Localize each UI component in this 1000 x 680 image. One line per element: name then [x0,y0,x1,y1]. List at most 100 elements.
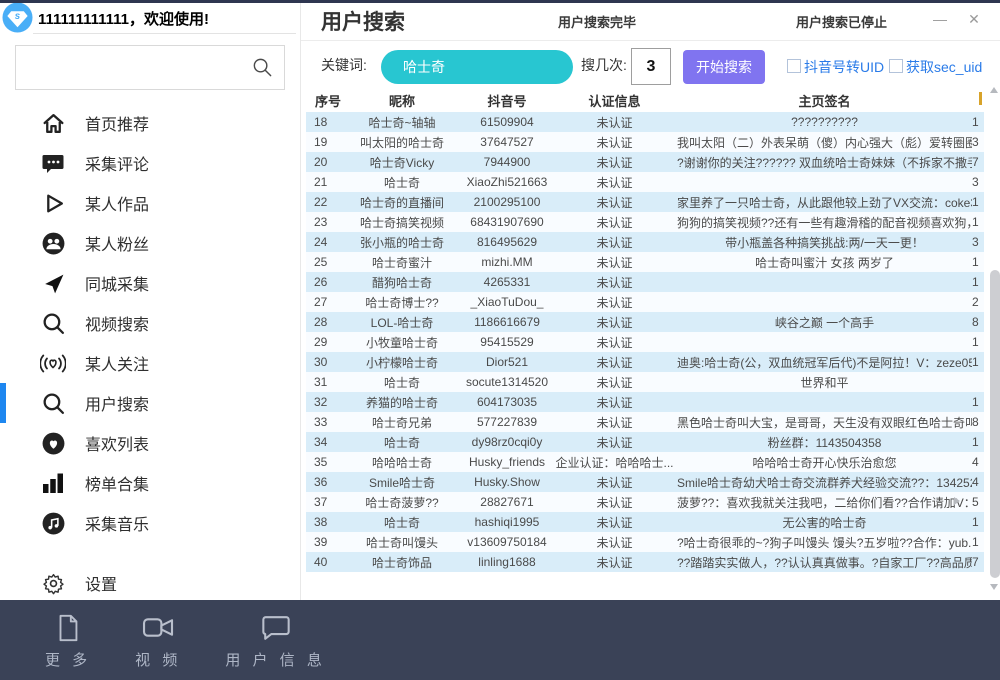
cell-clipped-value: 1 [972,115,984,129]
cell-id: XiaoZhi521663 [462,175,552,189]
main-header: 用户搜索 用户搜索完毕 用户搜索已停止 — ✕ [301,0,1000,41]
sidebar-item-music[interactable]: 采集音乐 [0,503,300,543]
cell-sig: ?谢谢你的关注?????? 双血统哈士奇妹妹（不拆家不撒手... [677,154,972,171]
sidebar-item-works[interactable]: 某人作品 [0,183,300,223]
table-row[interactable]: 39哈士奇叫馒头v13609750184未认证?哈士奇很乖的~?狗子叫馒头 馒头… [306,532,984,552]
minimize-button[interactable]: — [929,8,951,30]
table-row[interactable]: 19叫太阳的哈士奇37647527未认证我叫太阳（二）外表呆萌（傻）内心强大（彪… [306,132,984,152]
sidebar-item-user-search[interactable]: 用户搜索 [0,383,300,423]
sidebar-search-input[interactable] [15,45,285,90]
main-panel: 用户搜索 用户搜索完毕 用户搜索已停止 — ✕ 关键词: 哈士奇 搜几次: 3 … [300,0,1000,600]
table-row[interactable]: 40哈士奇饰品linling1688未认证??踏踏实实做人，??认认真真做事。?… [306,552,984,572]
sidebar-item-fans[interactable]: 某人粉丝 [0,223,300,263]
cell-id: Husky.Show [462,475,552,489]
cell-sig: 家里养了一只哈士奇，从此跟他较上劲了VX交流：coke3... [677,194,972,211]
cell-no: 27 [306,295,342,309]
cell-clipped-value: 2 [972,295,984,309]
cell-id: 1186616679 [462,315,552,329]
bottom-toolbar: 更 多视 频用 户 信 息 [0,600,1000,680]
table-row[interactable]: 28LOL-哈士奇1186616679未认证峡谷之巅 一个高手8 [306,312,984,332]
table-row[interactable]: 32养猫的哈士奇604173035未认证1 [306,392,984,412]
cell-sig: ??踏踏实实做人，??认认真真做事。?自家工厂??高品质，... [677,554,972,571]
sidebar-item-likes[interactable]: 喜欢列表 [0,423,300,463]
sidebar-item-label: 采集音乐 [85,511,149,535]
navigation-icon [40,270,66,296]
table-row[interactable]: 29小牧童哈士奇95415529未认证1 [306,332,984,352]
table-row[interactable]: 30小柠檬哈士奇Dior521未认证迪奥:哈士奇(公，双血统冠军后代)不是阿拉！… [306,352,984,372]
table-row[interactable]: 37哈士奇菠萝??28827671未认证菠萝??：喜欢我就关注我吧，二给你们看?… [306,492,984,512]
table-row[interactable]: 38哈士奇hashiqi1995未认证无公害的哈士奇1 [306,512,984,532]
sidebar-item-city[interactable]: 同城采集 [0,263,300,303]
cell-no: 26 [306,275,342,289]
sidebar-item-label: 某人关注 [85,351,149,375]
cell-sig: 无公害的哈士奇 [677,514,972,531]
table-row[interactable]: 22哈士奇的直播间2100295100未认证家里养了一只哈士奇，从此跟他较上劲了… [306,192,984,212]
sidebar-item-rankings[interactable]: 榜单合集 [0,463,300,503]
douyin-id-to-uid-checkbox[interactable] [787,59,801,73]
vertical-scrollbar-thumb[interactable] [990,270,1000,578]
sidebar-item-label: 榜单合集 [85,471,149,495]
keyword-label: 关键词: [321,55,367,75]
table-row[interactable]: 31哈士奇socute1314520未认证世界和平 [306,372,984,392]
bottombar-item-video[interactable]: 视 频 [135,611,181,670]
scroll-right-arrow-icon[interactable] [954,497,960,505]
sidebar-item-comments[interactable]: 采集评论 [0,143,300,183]
sidebar-item-video-search[interactable]: 视频搜索 [0,303,300,343]
cell-clipped-value: 1 [972,335,984,349]
sidebar-item-settings[interactable]: 设置 [0,565,300,601]
table-row[interactable]: 25哈士奇蜜汁mizhi.MM未认证哈士奇叫蜜汁 女孩 两岁了1 [306,252,984,272]
get-sec-uid-checkbox[interactable] [889,59,903,73]
file-icon [53,611,83,645]
start-search-button[interactable]: 开始搜索 [683,50,765,84]
sidebar-item-follows[interactable]: 某人关注 [0,343,300,383]
table-row[interactable]: 20哈士奇Vicky7944900未认证?谢谢你的关注?????? 双血统哈士奇… [306,152,984,172]
table-row[interactable]: 26醋狗哈士奇4265331未认证1 [306,272,984,292]
search-count-input[interactable]: 3 [631,48,671,85]
table-row[interactable]: 34哈士奇dy98rz0cqi0y未认证粉丝群：11435043581 [306,432,984,452]
table-row[interactable]: 33哈士奇兄弟577227839未认证黑色哈士奇叫大宝，是哥哥，天生没有双眼红色… [306,412,984,432]
cell-nick: 哈士奇菠萝?? [342,494,462,511]
table-row[interactable]: 35哈哈哈士奇Husky_friends企业认证：哈哈哈士...哈哈哈士奇开心快… [306,452,984,472]
sidebar-item-label: 设置 [85,571,117,595]
scroll-up-arrow-icon[interactable] [990,87,998,93]
cell-nick: 哈士奇叫馒头 [342,534,462,551]
cell-cert: 未认证 [552,334,677,351]
douyin-id-to-uid-label: 抖音号转UID [804,57,884,77]
cell-id: v13609750184 [462,535,552,549]
cell-cert: 未认证 [552,534,677,551]
cell-cert: 未认证 [552,274,677,291]
vertical-scrollbar[interactable] [989,85,1000,592]
table-row[interactable]: 21哈士奇XiaoZhi521663未认证3 [306,172,984,192]
bottombar-item-more[interactable]: 更 多 [45,611,91,670]
cell-sig: 菠萝??：喜欢我就关注我吧，二给你们看??合作请加V：7... [677,494,972,511]
cell-no: 28 [306,315,342,329]
table-row[interactable]: 27哈士奇博士??_XiaoTuDou_未认证2 [306,292,984,312]
cell-sig: 带小瓶盖各种搞笑挑战:两/一天一更！ [677,234,972,251]
keyword-input[interactable]: 哈士奇 [381,50,573,84]
cell-clipped-value: 8 [972,415,984,429]
cell-cert: 未认证 [552,514,677,531]
cell-no: 39 [306,535,342,549]
table-row[interactable]: 24张小瓶的哈士奇816495629未认证带小瓶盖各种搞笑挑战:两/一天一更！3 [306,232,984,252]
cell-nick: 哈士奇搞笑视频 [342,214,462,231]
table-row[interactable]: 36Smile哈士奇Husky.Show未认证Smile哈士奇幼犬哈士奇交流群养… [306,472,984,492]
cell-no: 38 [306,515,342,529]
table-row[interactable]: 18哈士奇~轴轴61509904未认证??????????1 [306,112,984,132]
close-button[interactable]: ✕ [963,8,985,30]
status-search-done: 用户搜索完毕 [558,12,636,31]
table-row[interactable]: 23哈士奇搞笑视频68431907690未认证狗狗的搞笑视频??还有一些有趣滑稽… [306,212,984,232]
bottombar-item-user-info[interactable]: 用 户 信 息 [225,611,326,670]
scroll-down-arrow-icon[interactable] [990,584,998,590]
cell-cert: 未认证 [552,114,677,131]
cell-clipped-value: 7 [972,155,984,169]
sidebar-item-home[interactable]: 首页推荐 [0,103,300,143]
cell-nick: 叫太阳的哈士奇 [342,134,462,151]
cell-clipped-value: 1 [972,515,984,529]
cell-nick: 哈士奇 [342,374,462,391]
column-header: 序号 [306,91,342,110]
cell-id: 2100295100 [462,195,552,209]
cell-id: 37647527 [462,135,552,149]
sidebar-menu: 首页推荐采集评论某人作品某人粉丝同城采集视频搜索某人关注用户搜索喜欢列表榜单合集… [0,103,300,543]
get-sec-uid-label: 获取sec_uid [906,57,982,77]
cell-clipped-value: 1 [972,275,984,289]
